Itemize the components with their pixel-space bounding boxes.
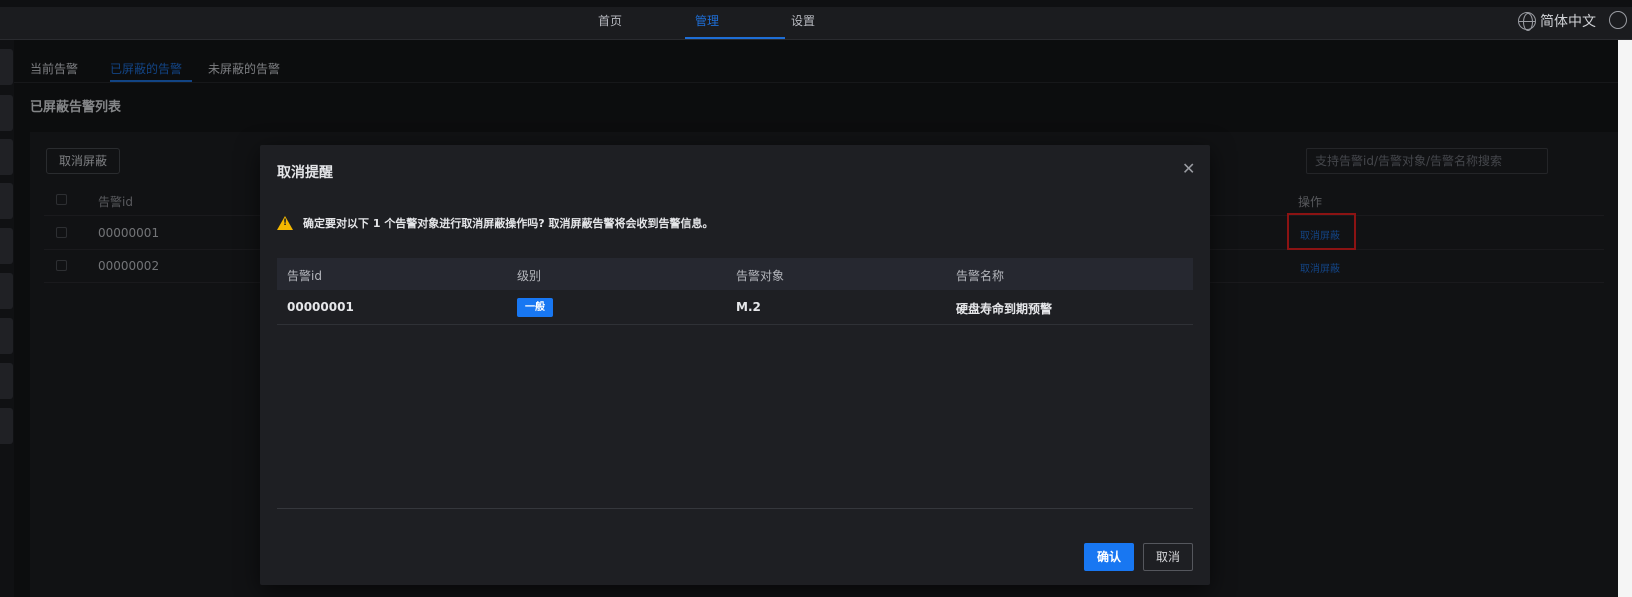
top-strip	[0, 0, 1632, 7]
column-header-alarm-object: 告警对象	[736, 269, 785, 283]
sidebar-item[interactable]	[0, 363, 13, 399]
alarm-name-cell: 硬盘寿命到期预警	[956, 302, 1053, 316]
help-icon[interactable]	[1609, 11, 1627, 29]
nav-active-underline	[685, 37, 785, 39]
sidebar-item[interactable]	[0, 95, 13, 131]
dialog-table-header: 告警id 级别 告警对象 告警名称	[277, 258, 1193, 290]
sidebar-item[interactable]	[0, 228, 13, 264]
column-header-alarm-name: 告警名称	[956, 269, 1005, 283]
column-header-level: 级别	[517, 269, 542, 283]
sidebar-item[interactable]	[0, 139, 13, 175]
sidebar-item[interactable]	[0, 273, 13, 309]
cancel-button[interactable]: 取消	[1143, 543, 1193, 571]
sidebar-item[interactable]	[0, 49, 13, 85]
top-navigation-bar: 首页 管理 设置 简体中文	[0, 0, 1632, 40]
sidebar-item[interactable]	[0, 408, 13, 444]
confirm-button[interactable]: 确认	[1084, 543, 1134, 571]
warning-message: ! 确定要对以下 1 个告警对象进行取消屏蔽操作吗? 取消屏蔽告警将会收到告警信…	[277, 215, 714, 231]
language-switch[interactable]: 简体中文	[1518, 11, 1596, 31]
sidebar	[0, 40, 14, 597]
dialog-footer-divider	[277, 508, 1193, 509]
sidebar-item[interactable]	[0, 183, 13, 219]
nav-item-home[interactable]: 首页	[598, 12, 622, 29]
globe-icon	[1518, 12, 1536, 31]
dialog-table-row: 00000001 一般 M.2 硬盘寿命到期预警	[277, 290, 1193, 325]
nav-item-manage[interactable]: 管理	[695, 12, 719, 29]
language-label: 简体中文	[1540, 14, 1596, 30]
right-edge-bar	[1618, 40, 1632, 597]
dialog-title: 取消提醒	[277, 165, 333, 181]
alarm-id-cell: 00000001	[287, 300, 354, 314]
warning-text: 确定要对以下 1 个告警对象进行取消屏蔽操作吗? 取消屏蔽告警将会收到告警信息。	[303, 217, 714, 230]
close-icon[interactable]: ✕	[1182, 159, 1195, 178]
unmask-confirm-dialog: 取消提醒 ✕ ! 确定要对以下 1 个告警对象进行取消屏蔽操作吗? 取消屏蔽告警…	[260, 145, 1210, 585]
alarm-object-cell: M.2	[736, 300, 761, 314]
level-badge: 一般	[517, 298, 553, 317]
warning-icon: !	[277, 216, 293, 230]
nav-item-settings[interactable]: 设置	[791, 12, 815, 29]
sidebar-item[interactable]	[0, 318, 13, 354]
column-header-alarm-id: 告警id	[287, 269, 322, 283]
